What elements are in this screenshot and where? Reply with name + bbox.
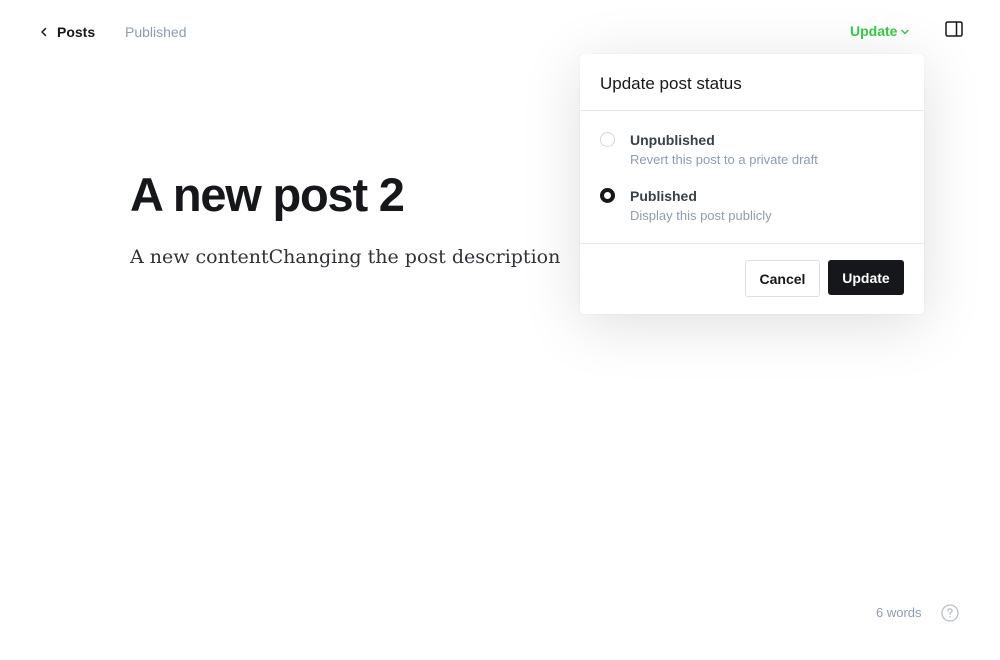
update-trigger-label: Update <box>850 23 898 39</box>
cancel-button[interactable]: Cancel <box>745 260 820 297</box>
option-label: Unpublished <box>630 132 715 148</box>
option-description: Display this post publicly <box>630 208 772 223</box>
sidebar-toggle-icon[interactable] <box>945 21 963 37</box>
radio-unpublished[interactable] <box>600 132 615 147</box>
status-option-unpublished[interactable]: Unpublished Revert this post to a privat… <box>600 131 900 168</box>
option-description: Revert this post to a private draft <box>630 152 818 167</box>
back-link-label: Posts <box>57 24 96 40</box>
update-status-popover: Update post status Unpublished Revert th… <box>580 54 924 314</box>
popover-header: Update post status <box>580 54 924 111</box>
update-menu-trigger[interactable]: Update <box>850 23 910 39</box>
status-option-published[interactable]: Published Display this post publicly <box>600 187 900 224</box>
popover-title: Update post status <box>600 74 742 93</box>
popover-footer: Cancel Update <box>580 243 924 314</box>
back-to-posts-link[interactable]: Posts <box>38 22 95 42</box>
option-label: Published <box>630 188 697 204</box>
word-count: 6 words <box>876 605 922 620</box>
chevron-down-icon <box>901 29 910 35</box>
chevron-left-icon <box>41 27 47 37</box>
radio-published[interactable] <box>600 188 615 203</box>
question-circle-icon[interactable] <box>941 604 959 622</box>
update-button[interactable]: Update <box>828 260 904 295</box>
post-status-label: Published <box>125 24 187 40</box>
